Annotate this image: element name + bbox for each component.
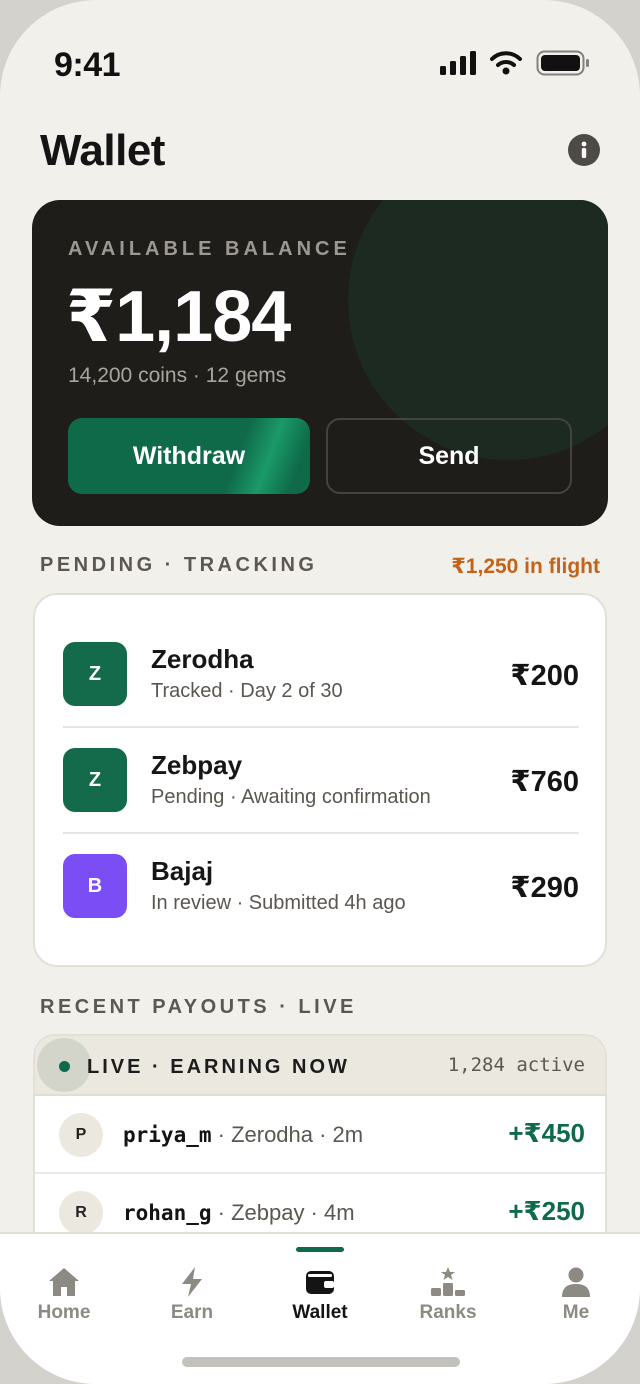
tab-earn[interactable]: Earn <box>137 1264 247 1334</box>
tab-label: Me <box>562 1302 590 1323</box>
merchant-avatar: B <box>63 854 127 918</box>
home-indicator[interactable] <box>182 1357 460 1367</box>
pending-list: Z Zerodha Tracked · Day 2 of 30 ₹200 Z Z… <box>33 593 607 967</box>
tab-label: Wallet <box>292 1302 348 1323</box>
home-icon <box>46 1264 82 1300</box>
withdraw-button[interactable]: Withdraw <box>68 418 310 494</box>
payout-description: rohan_g · Zebpay · 4m <box>123 1200 355 1226</box>
payout-amount: +₹250 <box>508 1196 585 1226</box>
phone-screen: 9:41 Wallet AVAILABLE BALANCE ₹1,184 14,… <box>0 0 640 1384</box>
pending-section-title: PENDING · TRACKING <box>40 554 318 576</box>
bolt-icon <box>174 1264 210 1300</box>
tab-label: Earn <box>170 1302 214 1323</box>
live-dot-icon <box>59 1061 70 1072</box>
pending-status: Pending · Awaiting confirmation <box>151 786 431 808</box>
merchant-avatar: Z <box>63 748 127 812</box>
battery-icon <box>536 50 589 76</box>
user-avatar: P <box>59 1113 103 1157</box>
pending-amount: ₹290 <box>510 872 579 904</box>
merchant-name: Bajaj <box>151 856 214 886</box>
pending-amount: ₹200 <box>510 660 579 692</box>
cellular-signal-icon <box>440 51 476 75</box>
payout-detail: · Zerodha · 2m <box>211 1122 364 1147</box>
recent-payouts-title: RECENT PAYOUTS · LIVE <box>40 996 357 1018</box>
status-bar: 9:41 <box>0 0 640 100</box>
page-title: Wallet <box>40 126 165 175</box>
in-flight-total: ₹1,250 in flight <box>451 555 600 578</box>
merchant-avatar: Z <box>63 642 127 706</box>
payout-username: rohan_g <box>123 1201 212 1225</box>
pending-item[interactable]: Z Zerodha Tracked · Day 2 of 30 ₹200 <box>63 622 579 728</box>
payout-description: priya_m · Zerodha · 2m <box>123 1122 363 1148</box>
payout-detail: · Zebpay · 4m <box>211 1200 355 1225</box>
user-avatar: R <box>59 1191 103 1235</box>
tab-me[interactable]: Me <box>521 1264 631 1334</box>
pending-amount: ₹760 <box>510 766 579 798</box>
balance-amount: ₹1,184 <box>66 277 291 357</box>
podium-icon <box>430 1264 466 1300</box>
status-icons <box>440 50 590 76</box>
tab-label: Ranks <box>419 1302 477 1323</box>
merchant-name: Zerodha <box>151 644 254 674</box>
pending-status: Tracked · Day 2 of 30 <box>151 680 343 702</box>
balance-card: AVAILABLE BALANCE ₹1,184 14,200 coins · … <box>32 200 608 526</box>
active-count: 1,284 active <box>447 1054 585 1076</box>
tab-wallet[interactable]: Wallet <box>265 1264 375 1334</box>
pending-item[interactable]: Z Zebpay Pending · Awaiting confirmation… <box>63 728 579 834</box>
payout-row: P priya_m · Zerodha · 2m +₹450 <box>35 1096 605 1174</box>
payout-amount: +₹450 <box>508 1118 585 1148</box>
person-icon <box>558 1264 594 1300</box>
payout-username: priya_m <box>123 1123 212 1147</box>
info-icon <box>581 141 587 158</box>
active-tab-indicator <box>296 1247 344 1252</box>
live-label: LIVE · EARNING NOW <box>87 1056 350 1078</box>
status-time: 9:41 <box>54 46 121 84</box>
wifi-icon <box>490 51 522 75</box>
wallet-icon <box>302 1264 338 1300</box>
tab-ranks[interactable]: Ranks <box>393 1264 503 1334</box>
merchant-name: Zebpay <box>151 750 243 780</box>
tab-label: Home <box>37 1302 91 1323</box>
balance-subtitle: 14,200 coins · 12 gems <box>68 364 287 387</box>
pending-item[interactable]: B Bajaj In review · Submitted 4h ago ₹29… <box>63 834 579 940</box>
pending-status: In review · Submitted 4h ago <box>151 892 406 914</box>
send-button[interactable]: Send <box>326 418 572 494</box>
info-button[interactable] <box>568 134 600 166</box>
tab-home[interactable]: Home <box>9 1264 119 1334</box>
balance-label: AVAILABLE BALANCE <box>68 238 351 260</box>
live-header: LIVE · EARNING NOW 1,284 active <box>35 1036 605 1096</box>
